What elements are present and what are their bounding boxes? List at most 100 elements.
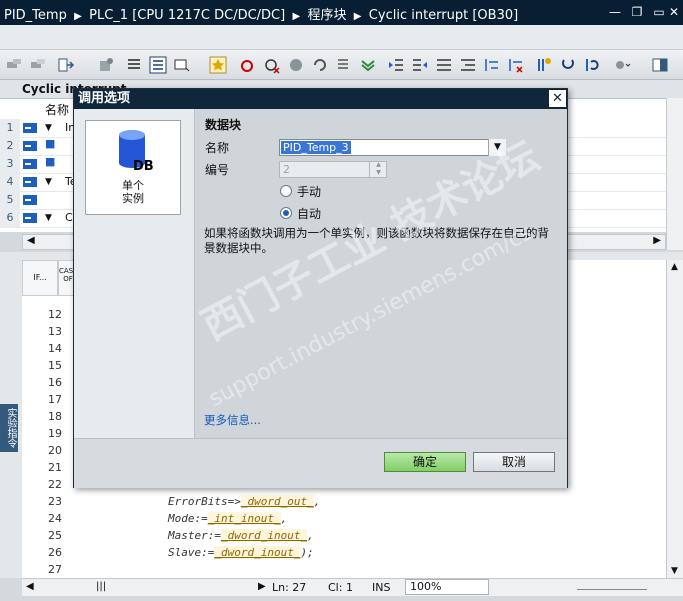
scroll-up-icon[interactable]: ▲ — [671, 262, 678, 272]
scroll-right-icon[interactable]: ▶ — [653, 235, 661, 246]
go-to-icon[interactable] — [358, 55, 378, 75]
bullet-icon: ■ — [45, 137, 56, 150]
breakpoint-icon[interactable] — [238, 55, 258, 75]
prev-bookmark-icon[interactable] — [558, 55, 578, 75]
line-number: 25 — [48, 529, 62, 542]
row-number: 6 — [0, 209, 20, 227]
code-line[interactable]: Master:=_dword_inout_, — [168, 529, 314, 542]
param-placeholder[interactable]: _int_inout_ — [207, 512, 281, 525]
if-instruction-button[interactable]: IF... — [22, 260, 58, 296]
minimize-icon[interactable]: — — [606, 3, 624, 21]
delete-network-icon[interactable] — [28, 55, 48, 75]
dialog-footer: 确定 取消 — [74, 438, 567, 488]
scroll-down-icon[interactable]: ▼ — [671, 566, 678, 576]
interface-vertical-scrollbar[interactable] — [666, 98, 683, 250]
section-title: 数据块 — [205, 118, 242, 132]
insert-row-icon[interactable] — [56, 55, 76, 75]
editor-tab-strip — [0, 25, 683, 50]
zoom-select[interactable]: 100% — [405, 579, 489, 595]
sort-desc-icon[interactable] — [506, 55, 526, 75]
temp-section-icon — [23, 195, 37, 205]
param-placeholder[interactable]: _dword_inout_ — [214, 546, 301, 559]
line-number: 16 — [48, 376, 62, 389]
editor-status-bar: ◀ ||| ▶ Ln: 27 Cl: 1 INS — [22, 578, 683, 596]
single-instance-tile[interactable]: DB 单个 实例 — [85, 120, 181, 215]
expand-arrow-icon[interactable]: ▼ — [45, 123, 52, 133]
input-section-icon — [23, 159, 37, 169]
instance-name-value[interactable]: PID_Temp_3 — [281, 141, 351, 154]
line-number: 23 — [48, 495, 62, 508]
scroll-left-icon[interactable]: ◀ — [27, 235, 35, 246]
auto-radio[interactable] — [280, 207, 292, 219]
param-name: Mode — [168, 512, 195, 525]
bookmark-icon[interactable] — [534, 55, 554, 75]
indent-icon[interactable] — [386, 55, 406, 75]
editor-toolbar — [0, 50, 683, 80]
ok-button[interactable]: 确定 — [384, 452, 466, 472]
bullet-icon: ■ — [45, 155, 56, 168]
data-block-icon: DB — [119, 130, 154, 174]
line-number: 20 — [48, 444, 62, 457]
scroll-thumb[interactable]: ||| — [96, 581, 106, 592]
name-label: 名称 — [205, 141, 230, 155]
insert-network-icon[interactable] — [4, 55, 24, 75]
scroll-right-icon[interactable]: ▶ — [258, 581, 266, 592]
column-header-name: 名称 — [45, 103, 70, 117]
line-number: 13 — [48, 325, 62, 338]
code-line[interactable]: Slave:=_dword_inout_); — [168, 546, 314, 559]
constant-section-icon — [23, 213, 37, 223]
param-placeholder[interactable]: _dword_out_ — [240, 495, 314, 508]
favorites-icon[interactable] — [208, 55, 228, 75]
code-line[interactable]: ErrorBits=>_dword_out_, — [168, 495, 320, 508]
align-right-icon[interactable] — [458, 55, 478, 75]
line-number: 18 — [48, 410, 62, 423]
sort-asc-icon[interactable] — [482, 55, 502, 75]
overflow-menu-icon[interactable] — [612, 55, 632, 75]
line-end: , — [280, 512, 288, 525]
breadcrumb-block[interactable]: Cyclic interrupt [OB30] — [369, 8, 518, 23]
svg-text:DB: DB — [133, 159, 154, 174]
param-placeholder[interactable]: _dword_inout_ — [221, 529, 308, 542]
paste-icon[interactable] — [96, 55, 116, 75]
close-icon[interactable]: ✕ — [665, 3, 683, 21]
dialog-title: 调用选项 — [74, 89, 567, 109]
param-name: ErrorBits — [168, 495, 228, 508]
enable-breakpoint-icon[interactable] — [286, 55, 306, 75]
expand-arrow-icon[interactable]: ▼ — [45, 177, 52, 187]
side-task-card-tab[interactable]: 实验指令 — [0, 404, 18, 452]
assign-operator: := — [194, 512, 208, 525]
zoom-slider[interactable] — [577, 581, 647, 590]
line-end: ); — [300, 546, 314, 559]
align-icon[interactable] — [434, 55, 454, 75]
assign-operator: => — [227, 495, 241, 508]
comment-icon[interactable] — [334, 55, 354, 75]
cancel-button[interactable]: 取消 — [473, 452, 555, 472]
outdent-icon[interactable] — [410, 55, 430, 75]
clear-breakpoint-icon[interactable] — [262, 55, 282, 75]
chevron-right-icon: ▶ — [74, 11, 82, 22]
row-number: 5 — [0, 191, 20, 209]
breadcrumb-project[interactable]: PID_Temp — [4, 8, 67, 23]
more-info-link[interactable]: 更多信息... — [204, 412, 261, 428]
absolute-operands-icon[interactable] — [148, 55, 168, 75]
monitor-icon[interactable] — [172, 55, 192, 75]
breadcrumb-program-blocks[interactable]: 程序块 — [308, 8, 347, 23]
restore-icon[interactable]: ❐ — [628, 3, 646, 21]
param-name: Slave — [168, 546, 202, 559]
line-number: 12 — [48, 308, 62, 321]
manual-radio[interactable] — [280, 185, 292, 197]
panel-toggle-icon[interactable] — [650, 55, 670, 75]
number-label: 编号 — [205, 163, 230, 177]
input-section-icon — [23, 141, 37, 151]
close-icon[interactable]: ✕ — [549, 90, 566, 107]
row-number: 1 — [0, 119, 20, 137]
expand-arrow-icon[interactable]: ▼ — [45, 213, 52, 223]
code-vertical-scrollbar[interactable]: ▲ ▼ — [666, 260, 683, 578]
list-icon[interactable] — [124, 55, 144, 75]
breadcrumb-plc[interactable]: PLC_1 [CPU 1217C DC/DC/DC] — [89, 8, 285, 23]
code-line[interactable]: Mode:=_int_inout_, — [168, 512, 287, 525]
next-bookmark-icon[interactable] — [582, 55, 602, 75]
insert-mode-indicator: INS — [372, 581, 391, 594]
step-icon[interactable] — [310, 55, 330, 75]
scroll-left-icon[interactable]: ◀ — [26, 581, 34, 592]
